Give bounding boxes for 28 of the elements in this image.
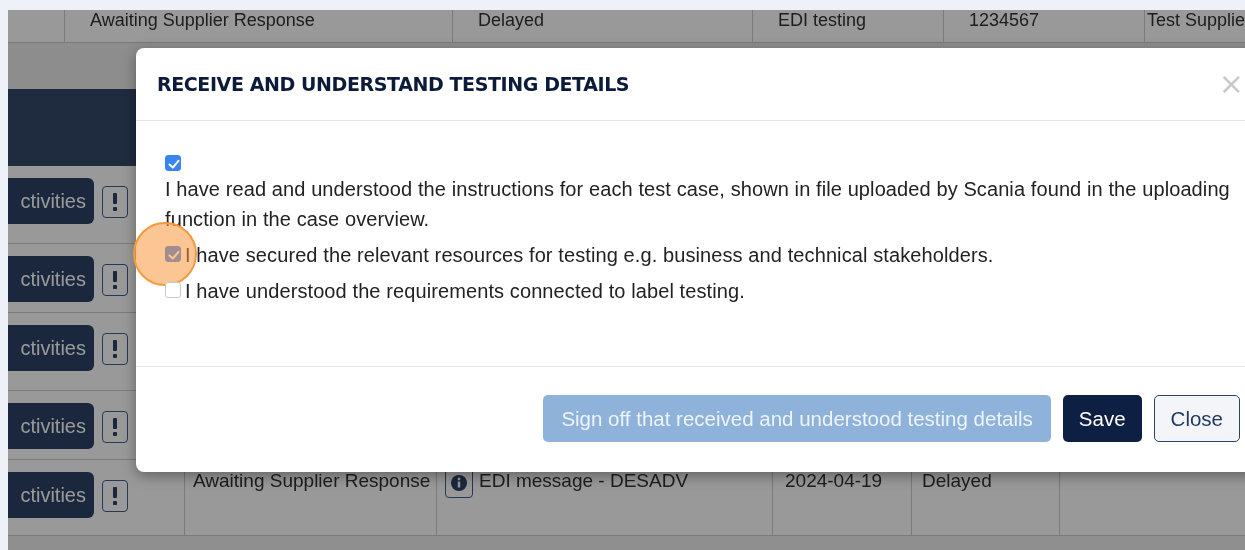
table-cell: EDI testing	[752, 10, 943, 42]
alert-icon[interactable]	[102, 411, 128, 443]
table-cell: 1234567	[943, 10, 1144, 42]
message-text: EDI message - DESADV	[479, 470, 689, 492]
status-text: Awaiting Supplier Response	[193, 470, 431, 491]
activities-button[interactable]: ctivities	[8, 178, 94, 224]
save-button[interactable]: Save	[1062, 395, 1142, 442]
checkbox[interactable]	[165, 245, 181, 262]
checkbox[interactable]	[165, 155, 181, 171]
alert-icon[interactable]	[102, 480, 128, 512]
activities-button[interactable]: ctivities	[8, 403, 94, 449]
checkbox-label: I have read and understood the instructions for each test case, shown in file uploaded by Scania found in the uploading function in the case overview.	[165, 177, 1231, 232]
checkbox-label: I have secured the relevant resources for testing e.g. business and technical stakeholders.	[185, 243, 994, 268]
activities-button[interactable]: ctivities	[8, 472, 94, 518]
state-text: Delayed	[922, 470, 992, 491]
table-cell: Test Supplie	[1144, 10, 1245, 42]
table-cell: Delayed	[452, 10, 752, 42]
date-text: 2024-04-19	[785, 470, 883, 491]
modal-title: RECEIVE AND UNDERSTAND TESTING DETAILS	[157, 73, 630, 95]
table-cell: Awaiting Supplier Response	[64, 10, 452, 42]
checkbox-label: I have understood the requirements connected to label testing.	[185, 279, 745, 304]
checkbox[interactable]	[165, 281, 181, 298]
close-button[interactable]: Close	[1153, 395, 1240, 442]
activities-button[interactable]: ctivities	[8, 325, 94, 371]
alert-icon[interactable]	[102, 264, 128, 296]
alert-icon[interactable]	[102, 333, 128, 365]
activities-button[interactable]: ctivities	[8, 256, 94, 302]
alert-icon[interactable]	[102, 186, 128, 218]
